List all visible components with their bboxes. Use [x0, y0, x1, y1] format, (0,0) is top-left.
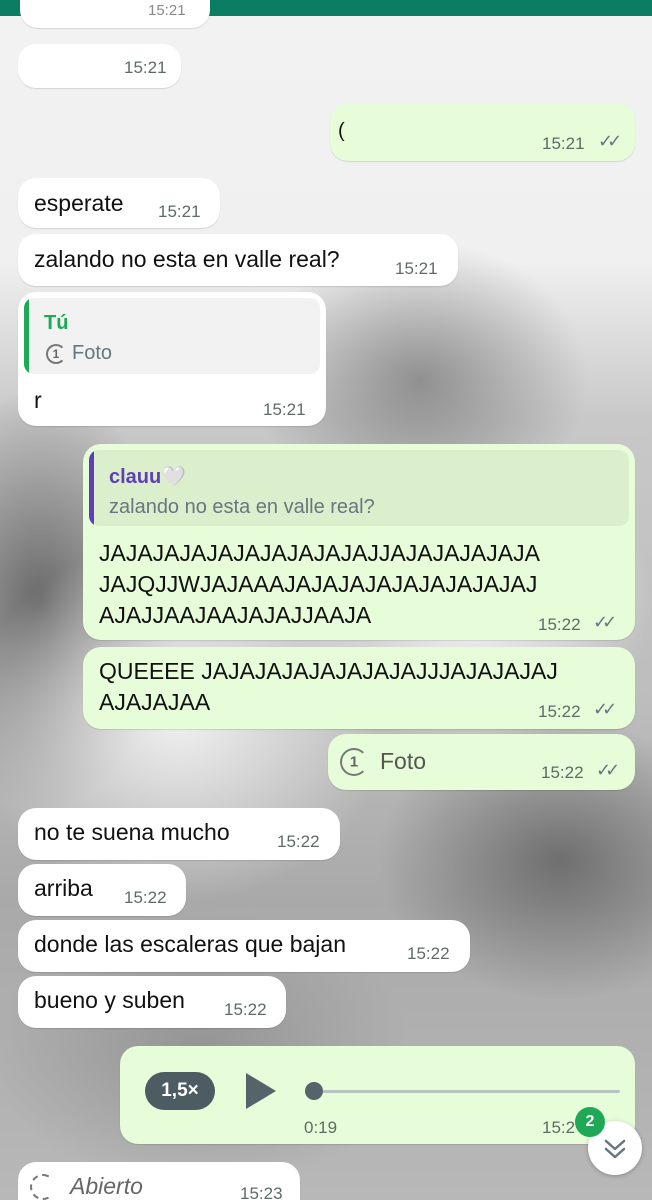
message-text-line: JAJQJJWJAJAAAJAJAJAJAJAJAJAJAJAJ — [99, 571, 538, 597]
message-text: donde las escaleras que bajan — [34, 931, 347, 957]
quote-author: clauu🤍 — [109, 466, 187, 488]
quoted-message[interactable]: clauu🤍 zalando no esta en valle real? — [89, 450, 629, 526]
message-bubble-partial[interactable]: 15:21 — [20, 0, 210, 28]
play-icon[interactable] — [246, 1073, 276, 1109]
double-check-icon: ✓✓ — [593, 699, 617, 720]
message-bubble-view-once-photo[interactable]: 1 Foto 15:22 ✓✓ — [328, 734, 635, 790]
message-time: 15:21 — [263, 400, 306, 419]
playback-speed-button[interactable]: 1,5× — [145, 1072, 215, 1110]
message-time: 15:23 — [240, 1184, 283, 1200]
voice-duration: 0:19 — [304, 1118, 338, 1137]
double-check-icon: ✓✓ — [593, 612, 617, 633]
message-bubble-incoming[interactable]: esperate 15:21 — [18, 178, 220, 228]
message-time: 15:22 — [541, 763, 584, 782]
message-text: esperate — [34, 190, 124, 216]
double-check-icon: ✓✓ — [598, 131, 622, 152]
message-time: 15:21 — [542, 134, 585, 153]
message-text: Foto — [380, 748, 427, 774]
voice-progress-track[interactable] — [314, 1090, 620, 1093]
quote-bar — [89, 450, 94, 526]
voice-message-bubble[interactable]: 1,5× 0:19 15:2 — [120, 1046, 635, 1144]
quote-text: zalando no esta en valle real? — [109, 496, 375, 518]
message-time: 15:21 — [124, 58, 167, 77]
message-text: bueno y suben — [34, 987, 185, 1013]
message-time: 15:21 — [158, 202, 201, 221]
message-text-line: AJAJAJAA — [99, 689, 211, 715]
message-time: 15:21 — [395, 259, 438, 278]
message-text: zalando no esta en valle real? — [34, 246, 340, 272]
message-bubble-outgoing-reply[interactable]: clauu🤍 zalando no esta en valle real? JA… — [83, 444, 635, 640]
message-time: 15:2 — [542, 1118, 576, 1137]
message-bubble-incoming[interactable]: no te suena mucho 15:22 — [18, 808, 340, 860]
message-text: r — [34, 387, 42, 413]
message-time: 15:22 — [224, 1000, 267, 1019]
unread-count-badge: 2 — [575, 1107, 605, 1137]
view-once-icon: 1 — [46, 344, 66, 364]
quote-author: Tú — [44, 312, 69, 334]
voice-progress-knob[interactable] — [305, 1082, 323, 1100]
message-text: arriba — [34, 875, 93, 901]
quote-text: Foto — [72, 342, 113, 364]
message-text-line: QUEEEE JAJAJAJAJAJAJAJAJJJAJAJAJAJ — [99, 658, 558, 684]
message-text-line: AJAJJAAJAAJAJAJJAAJA — [99, 602, 372, 628]
message-bubble-outgoing[interactable]: ( 15:21 ✓✓ — [330, 103, 635, 161]
message-time: 15:22 — [538, 615, 581, 634]
message-bubble-outgoing[interactable]: QUEEEE JAJAJAJAJAJAJAJAJJJAJAJAJAJ AJAJA… — [83, 647, 635, 729]
message-bubble-incoming[interactable]: donde las escaleras que bajan 15:22 — [18, 920, 470, 972]
message-bubble-incoming[interactable]: arriba 15:22 — [18, 864, 186, 916]
message-text: no te suena mucho — [34, 819, 230, 845]
message-bubble-incoming[interactable]: 15:21 — [18, 44, 181, 88]
message-bubble-incoming[interactable]: Abierto 15:23 — [18, 1162, 300, 1200]
view-once-opened-icon — [30, 1174, 56, 1200]
message-text: ( — [338, 120, 345, 142]
message-time: 15:21 — [148, 2, 186, 19]
message-time: 15:22 — [407, 944, 450, 963]
message-text: Abierto — [70, 1173, 143, 1199]
message-bubble-incoming[interactable]: bueno y suben 15:22 — [18, 976, 286, 1028]
message-time: 15:22 — [124, 888, 167, 907]
view-once-icon: 1 — [340, 748, 368, 776]
message-bubble-incoming-reply[interactable]: Tú 1 Foto r 15:21 — [18, 292, 326, 426]
quote-bar — [24, 298, 29, 374]
quoted-message[interactable]: Tú 1 Foto — [24, 298, 320, 374]
message-text-line: JAJAJAJAJAJAJAJAJAJAJJAJAJAJAJAJA — [99, 540, 540, 566]
double-check-icon: ✓✓ — [596, 760, 620, 781]
message-bubble-incoming[interactable]: zalando no esta en valle real? 15:21 — [18, 234, 458, 286]
message-time: 15:22 — [538, 702, 581, 721]
message-time: 15:22 — [277, 832, 320, 851]
